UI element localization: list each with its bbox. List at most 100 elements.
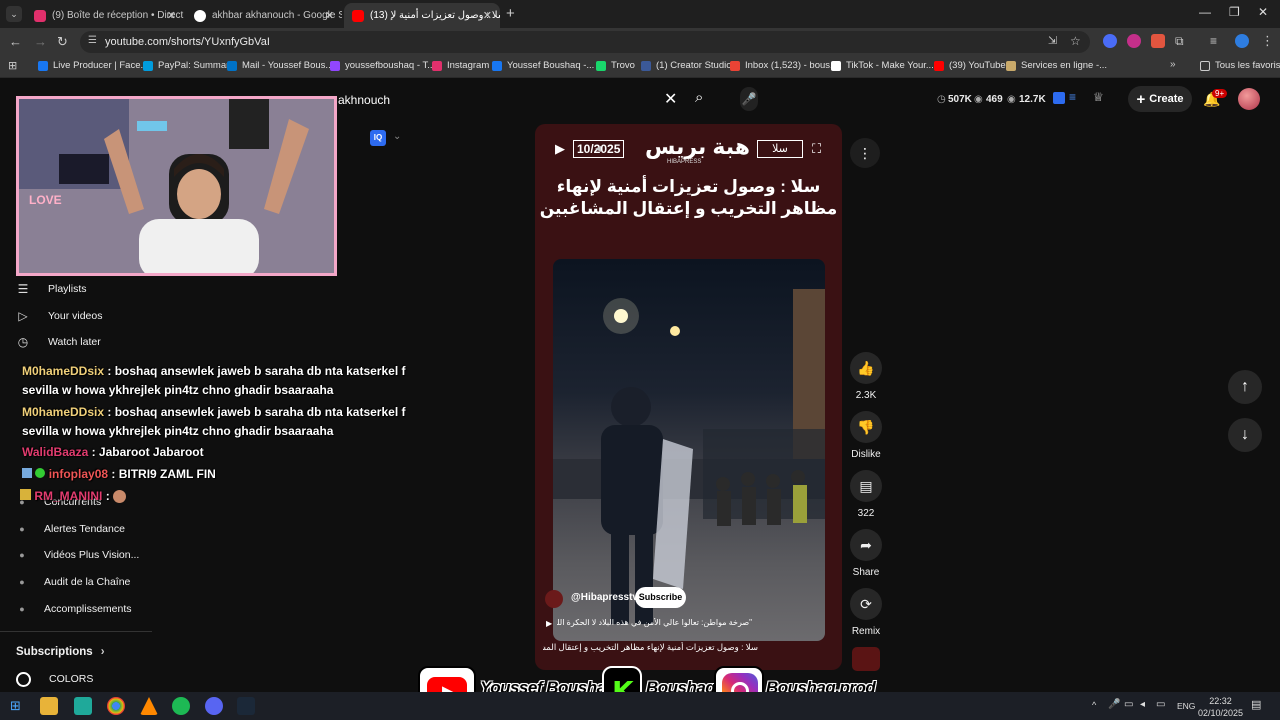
more-options-icon[interactable]: ⋮ <box>850 138 880 168</box>
search-icon[interactable]: ⌕ <box>695 89 703 106</box>
bookmark-star-icon[interactable]: ☆ <box>1070 34 1081 48</box>
extension-icon[interactable] <box>1151 34 1165 48</box>
address-bar[interactable]: ☰ youtube.com/shorts/YUxnfyGbVaI ⇲ ☆ <box>80 31 1090 53</box>
bookmark-item[interactable]: (39) YouTube <box>934 60 1006 71</box>
subscribe-button[interactable]: Subscribe <box>635 587 686 608</box>
clear-search-icon[interactable]: ✕ <box>664 89 677 109</box>
channel-handle[interactable]: @Hibapresstv <box>571 592 638 603</box>
install-icon[interactable]: ⇲ <box>1048 34 1057 47</box>
bookmark-item[interactable]: Inbox (1,523) - bous... <box>730 60 838 71</box>
tab-google[interactable]: akhbar akhanouch - Google Se ✕ <box>186 3 342 28</box>
bookmark-item[interactable]: youssefboushaq - T... <box>330 60 435 71</box>
chat-text: : boshaq ansewlek jaweb b saraha db nta … <box>107 405 406 419</box>
shorts-video-player[interactable]: ▶ 10/2025 ◂ هبة بريس HIBAPRESS سلا ⛶ سلا… <box>535 124 842 670</box>
chevron-down-icon[interactable]: ⌄ <box>393 131 401 142</box>
extensions-puzzle-icon[interactable]: ⧉ <box>1175 34 1184 49</box>
bookmark-item[interactable]: Instagram <box>432 60 489 71</box>
more-bookmarks-icon[interactable]: » <box>1170 59 1176 70</box>
instagram-icon <box>34 9 46 22</box>
language-indicator[interactable]: ENG <box>1177 701 1195 711</box>
bookmark-item[interactable]: (1) Creator Studio <box>641 60 732 71</box>
dislike-button[interactable]: 👎 Dislike <box>846 411 886 460</box>
windows-start-icon[interactable]: ⊞ <box>10 698 21 714</box>
close-window-icon[interactable]: ✕ <box>1258 5 1268 19</box>
search-input[interactable]: akhnouch <box>330 86 688 114</box>
share-icon: ➦ <box>850 529 882 561</box>
sidebar-item-alertes[interactable]: ● Alertes Tendance <box>16 519 125 539</box>
reload-icon[interactable]: ↻ <box>57 34 68 50</box>
fullscreen-icon[interactable]: ⛶ <box>812 141 821 157</box>
volume-icon[interactable]: ◂ <box>595 141 601 155</box>
extension-icon[interactable] <box>1103 34 1117 48</box>
bookmark-item[interactable]: Services en ligne -... <box>1006 60 1107 71</box>
close-icon[interactable]: ✕ <box>167 9 176 22</box>
sidebar-subscriptions[interactable]: Subscriptions › <box>16 642 105 662</box>
extension-icon[interactable] <box>1127 34 1141 48</box>
subscribers-icon: ◉ <box>1007 94 1016 105</box>
sidebar-item-playlists[interactable]: ☰ Playlists <box>16 279 87 299</box>
sidebar-channel-colors[interactable]: COLORS <box>16 669 93 689</box>
vlc-icon[interactable] <box>140 697 158 715</box>
chat-message: M0hameDDsix : boshaq ansewlek jaweb b sa… <box>22 364 405 378</box>
tab-youtube[interactable]: (13) سلا : وصول تعزيزات أمنية لإ ✕ <box>344 3 500 28</box>
channel-avatar-icon <box>16 671 31 687</box>
vidiq-icon[interactable] <box>1053 92 1065 104</box>
minimize-icon[interactable]: — <box>1199 5 1211 19</box>
vidiq-menu-icon[interactable]: ≡ <box>1069 90 1076 104</box>
share-button[interactable]: ➦ Share <box>846 529 886 578</box>
create-button[interactable]: + Create <box>1128 86 1192 112</box>
bookmark-item[interactable]: TikTok - Make Your... <box>831 60 934 71</box>
meta-icon <box>641 60 651 71</box>
chrome-icon[interactable] <box>107 697 125 715</box>
play-icon[interactable]: ▶ <box>555 141 565 157</box>
close-icon[interactable]: ✕ <box>325 9 334 22</box>
new-tab-button[interactable]: + <box>506 5 515 22</box>
restore-icon[interactable]: ❐ <box>1229 5 1240 19</box>
obs-icon[interactable] <box>205 697 223 715</box>
all-bookmarks[interactable]: Tous les favoris <box>1200 60 1280 71</box>
sidebar-item-accomplissements[interactable]: ● Accomplissements <box>16 599 131 619</box>
sidebar-item-watch-later[interactable]: ◷ Watch later <box>16 332 101 352</box>
bookmark-item[interactable]: Live Producer | Face... <box>38 60 148 71</box>
streamer-webcam: LOVE <box>16 96 337 276</box>
sidebar-item-videos-plus[interactable]: ● Vidéos Plus Vision... <box>16 545 139 565</box>
bookmark-item[interactable]: PayPal: Summary <box>143 60 234 71</box>
close-icon[interactable]: ✕ <box>483 9 492 22</box>
sound-thumbnail[interactable] <box>852 647 880 671</box>
more-menu-icon[interactable]: ⋮ <box>1261 33 1274 49</box>
network-icon[interactable]: ▭ <box>1124 699 1133 710</box>
notification-center-icon[interactable]: ▤ <box>1251 698 1261 711</box>
apps-icon[interactable]: ⊞ <box>8 59 17 72</box>
app-icon[interactable] <box>74 697 92 715</box>
steam-icon[interactable] <box>237 697 255 715</box>
sidebar-item-audit[interactable]: ● Audit de la Chaîne <box>16 572 130 592</box>
vidiq-icon[interactable]: IQ <box>370 130 386 146</box>
voice-search-icon[interactable]: 🎤 <box>740 87 758 111</box>
sidebar-item-your-videos[interactable]: ▷ Your videos <box>16 306 102 326</box>
remix-button[interactable]: ⟳ Remix <box>846 588 886 637</box>
profile-avatar[interactable] <box>1235 34 1249 48</box>
next-short-button[interactable]: ↓ <box>1228 418 1262 452</box>
like-button[interactable]: 👍 2.3K <box>846 352 886 401</box>
media-icon[interactable]: ≡ <box>1210 34 1217 48</box>
avatar[interactable] <box>1238 88 1260 110</box>
site-info-icon[interactable]: ☰ <box>88 35 97 46</box>
bookmark-item[interactable]: Trovo <box>596 60 635 71</box>
tab-instagram[interactable]: (9) Boîte de réception • Direct ✕ <box>26 3 184 28</box>
comments-button[interactable]: ▤ 322 <box>846 470 886 519</box>
trophy-icon[interactable]: ♕ <box>1093 90 1104 104</box>
previous-short-button[interactable]: ↑ <box>1228 370 1262 404</box>
file-explorer-icon[interactable] <box>40 697 58 715</box>
tray-expand-icon[interactable]: ^ <box>1092 700 1096 710</box>
tab-search-icon[interactable]: ⌄ <box>6 6 22 22</box>
volume-icon[interactable]: ◂ <box>1140 699 1145 710</box>
channel-avatar[interactable] <box>545 590 563 608</box>
spotify-icon[interactable] <box>172 697 190 715</box>
battery-icon[interactable]: ▭ <box>1156 699 1165 710</box>
bookmark-item[interactable]: Mail - Youssef Bous... <box>227 60 333 71</box>
forward-icon[interactable]: → <box>34 34 47 49</box>
bookmark-item[interactable]: Youssef Boushaq -... <box>492 60 594 71</box>
microphone-icon[interactable]: 🎤 <box>1108 699 1120 710</box>
system-clock[interactable]: 22:32 02/10/2025 <box>1198 695 1243 719</box>
back-icon[interactable]: ← <box>9 34 22 49</box>
